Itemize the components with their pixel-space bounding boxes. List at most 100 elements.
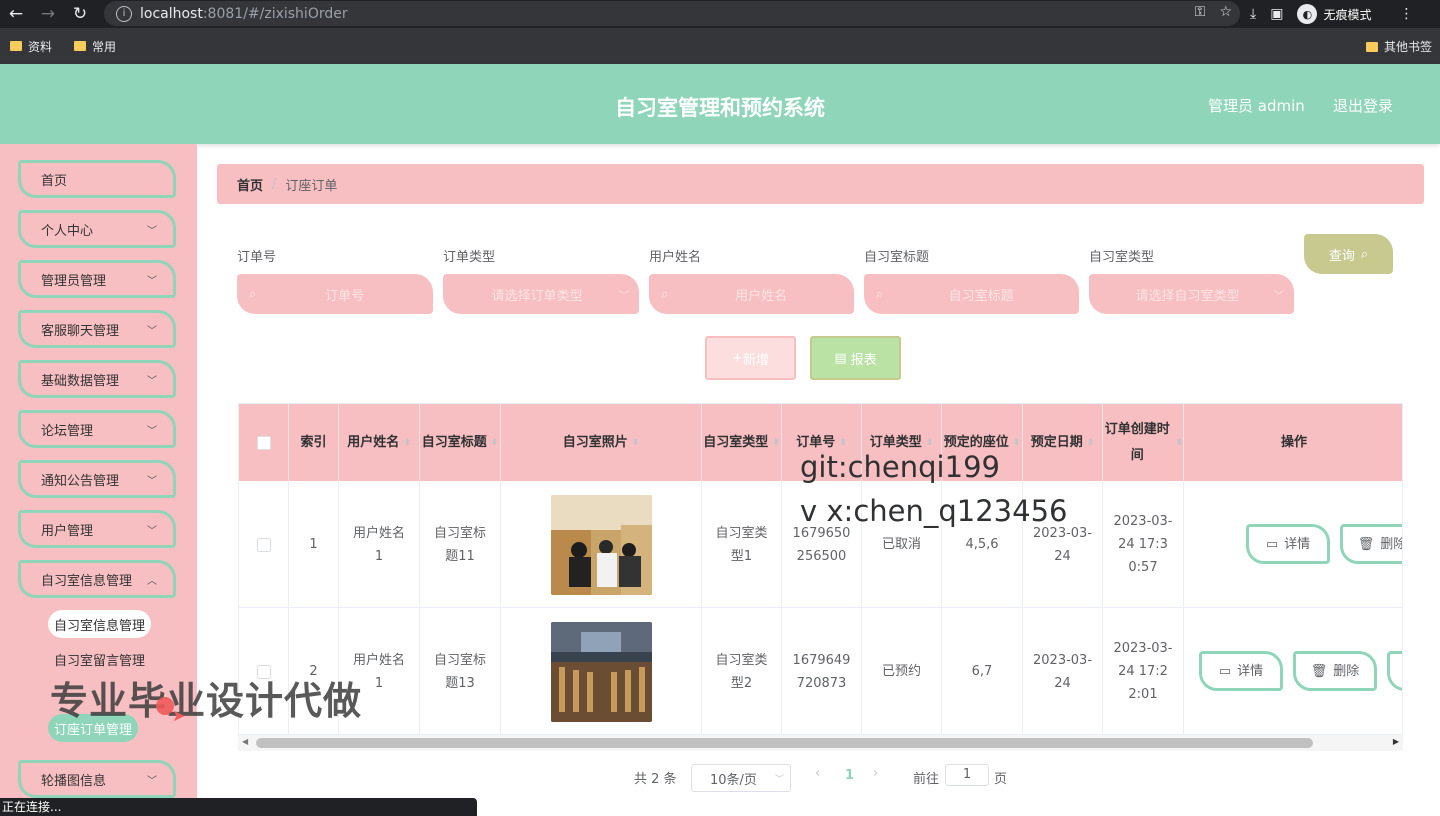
row-checkbox[interactable]: [256, 537, 271, 552]
sidebar-item-chat[interactable]: 客服聊天管理 ﹀: [18, 310, 176, 348]
sidebar-item-notice[interactable]: 通知公告管理 ﹀: [18, 460, 176, 498]
sidebar-item-basedata[interactable]: 基础数据管理 ﹀: [18, 360, 176, 398]
delete-button[interactable]: 🗑 删除: [1293, 651, 1377, 691]
sidebar-item-admins[interactable]: 管理员管理 ﹀: [18, 260, 176, 298]
forward-icon[interactable]: →: [32, 0, 64, 28]
page-suffix: 页: [994, 772, 1008, 787]
logout-link[interactable]: 退出登录: [1333, 95, 1393, 116]
sort-icon[interactable]: ⬍: [1013, 430, 1021, 456]
bookmark-label: 其他书签: [1383, 40, 1432, 54]
detail-button[interactable]: ▭ 详情: [1246, 524, 1330, 564]
star-icon[interactable]: ☆: [1219, 4, 1232, 20]
header-room-photo[interactable]: 自习室照片 ⬍: [501, 404, 702, 481]
submenu-studyroom-info[interactable]: 自习室信息管理: [48, 610, 152, 638]
menu-kebab-icon[interactable]: ⋮: [1399, 6, 1413, 22]
chevron-down-icon: ﹀: [147, 775, 157, 787]
sort-icon[interactable]: ⬍: [772, 430, 780, 456]
sort-icon[interactable]: ⬍: [1175, 430, 1183, 456]
delete-label: 删除: [1333, 663, 1360, 679]
header-room-title[interactable]: 自习室标题 ⬍: [420, 404, 501, 481]
query-label: 查询: [1328, 248, 1355, 264]
header-room-type[interactable]: 自习室类型 ⬍: [702, 404, 782, 481]
header-username[interactable]: 用户姓名 ⬍: [339, 404, 420, 481]
sort-icon[interactable]: ⬍: [491, 430, 499, 456]
back-icon[interactable]: ←: [0, 0, 32, 28]
order-no-input[interactable]: ⌕ 订单号: [237, 274, 433, 314]
detail-button[interactable]: ▭ 详情: [1199, 651, 1283, 691]
sort-icon[interactable]: ⬍: [632, 430, 640, 456]
scroll-left-icon[interactable]: ◀: [242, 737, 248, 746]
sidebar-item-label: 论坛管理: [41, 423, 94, 439]
sidebar-item-users[interactable]: 用户管理 ﹀: [18, 510, 176, 548]
url-host: localhost: [140, 5, 203, 22]
query-button[interactable]: 查询 ⌕: [1304, 234, 1393, 274]
select-all-checkbox[interactable]: [256, 435, 271, 450]
sort-icon[interactable]: ⬍: [1087, 430, 1095, 456]
breadcrumb-home[interactable]: 首页: [237, 175, 263, 194]
sidebar-item-home[interactable]: 首页: [18, 160, 176, 198]
next-page-icon[interactable]: ›: [873, 766, 878, 781]
chevron-down-icon: ﹀: [147, 225, 157, 237]
prev-page-icon[interactable]: ‹: [815, 766, 820, 781]
address-bar[interactable]: i localhost:8081/#/zixishiOrder ⚿ ☆: [104, 1, 1240, 26]
current-user: 管理员 admin: [1208, 97, 1305, 115]
add-label: 新增: [742, 352, 769, 368]
chevron-up-icon: ︿: [147, 575, 157, 587]
select-placeholder: 请选择自习室类型: [1135, 288, 1240, 304]
add-button[interactable]: + 新增: [705, 336, 796, 380]
breadcrumb: 首页 / 订座订单: [217, 164, 1424, 204]
cell-room-type: 自习室类型1: [702, 481, 782, 608]
select-all-cell: [239, 404, 289, 481]
bookmark-folder[interactable]: 常用: [74, 38, 116, 55]
chevron-down-icon: ﹀: [774, 774, 784, 785]
select-placeholder: 请选择订单类型: [491, 288, 583, 304]
horizontal-scrollbar[interactable]: ◀ ▶: [238, 735, 1403, 751]
header-label: 自习室照片: [562, 434, 628, 450]
trash-icon: 🗑: [1310, 663, 1328, 679]
submenu-studyroom-message[interactable]: 自习室留言管理: [48, 645, 151, 673]
site-info-icon[interactable]: i: [116, 5, 132, 22]
sidebar-item-forum[interactable]: 论坛管理 ﹀: [18, 410, 176, 448]
sidebar-item-studyroom[interactable]: 自习室信息管理 ︿: [18, 560, 176, 598]
app-header: 自习室管理和预约系统 管理员 admin 退出登录: [0, 64, 1440, 144]
header-actions: 操作: [1184, 404, 1402, 481]
report-label: 报表: [850, 352, 877, 368]
incognito-indicator[interactable]: ◐ 无痕模式: [1297, 4, 1371, 24]
header-date[interactable]: 预定日期 ⬍: [1023, 404, 1103, 481]
room-title-input[interactable]: ⌕ 自习室标题: [864, 274, 1079, 314]
room-photo-image[interactable]: [550, 494, 652, 595]
scrollbar-thumb[interactable]: [256, 738, 1313, 748]
sidepanel-icon[interactable]: ▣: [1270, 6, 1283, 22]
username-input[interactable]: ⌕ 用户姓名: [649, 274, 854, 314]
delete-button[interactable]: 🗑 删除: [1340, 524, 1402, 564]
scroll-right-icon[interactable]: ▶: [1393, 737, 1399, 746]
reload-icon[interactable]: ↻: [64, 0, 96, 28]
page-size-select[interactable]: 10条/页 ﹀: [691, 764, 791, 792]
header-created[interactable]: 订单创建时间 ⬍: [1103, 404, 1184, 481]
goto-page-input[interactable]: 1: [945, 764, 989, 786]
search-icon: ⌕: [876, 286, 884, 302]
header-label: 索引: [300, 434, 327, 450]
chevron-down-icon: ﹀: [619, 290, 629, 302]
sidebar-item-label: 管理员管理: [41, 273, 107, 289]
download-icon[interactable]: ⤓: [1250, 6, 1256, 22]
report-button[interactable]: ▤ 报表: [810, 336, 901, 380]
sidebar-item-carousel[interactable]: 轮播图信息 ﹀: [18, 760, 176, 798]
bookmark-folder[interactable]: 资料: [10, 38, 52, 55]
key-icon[interactable]: ⚿: [1195, 4, 1206, 20]
chevron-down-icon: ﹀: [147, 325, 157, 337]
room-type-select[interactable]: 请选择自习室类型 ﹀: [1089, 274, 1294, 314]
sort-icon[interactable]: ⬍: [403, 430, 411, 456]
more-action-button[interactable]: [1387, 651, 1402, 691]
mouse-cursor-icon: ➤: [172, 706, 186, 725]
row-select-cell: [239, 481, 289, 608]
incognito-label: 无痕模式: [1323, 7, 1372, 22]
other-bookmarks[interactable]: 其他书签: [1365, 38, 1432, 55]
header-label: 自习室标题: [421, 434, 487, 450]
page-number-active[interactable]: 1: [845, 768, 854, 783]
sidebar-item-profile[interactable]: 个人中心 ﹀: [18, 210, 176, 248]
room-photo-image[interactable]: [550, 621, 652, 722]
header-index: 索引: [289, 404, 339, 481]
chevron-down-icon: ﹀: [147, 425, 157, 437]
order-type-select[interactable]: 请选择订单类型 ﹀: [443, 274, 639, 314]
